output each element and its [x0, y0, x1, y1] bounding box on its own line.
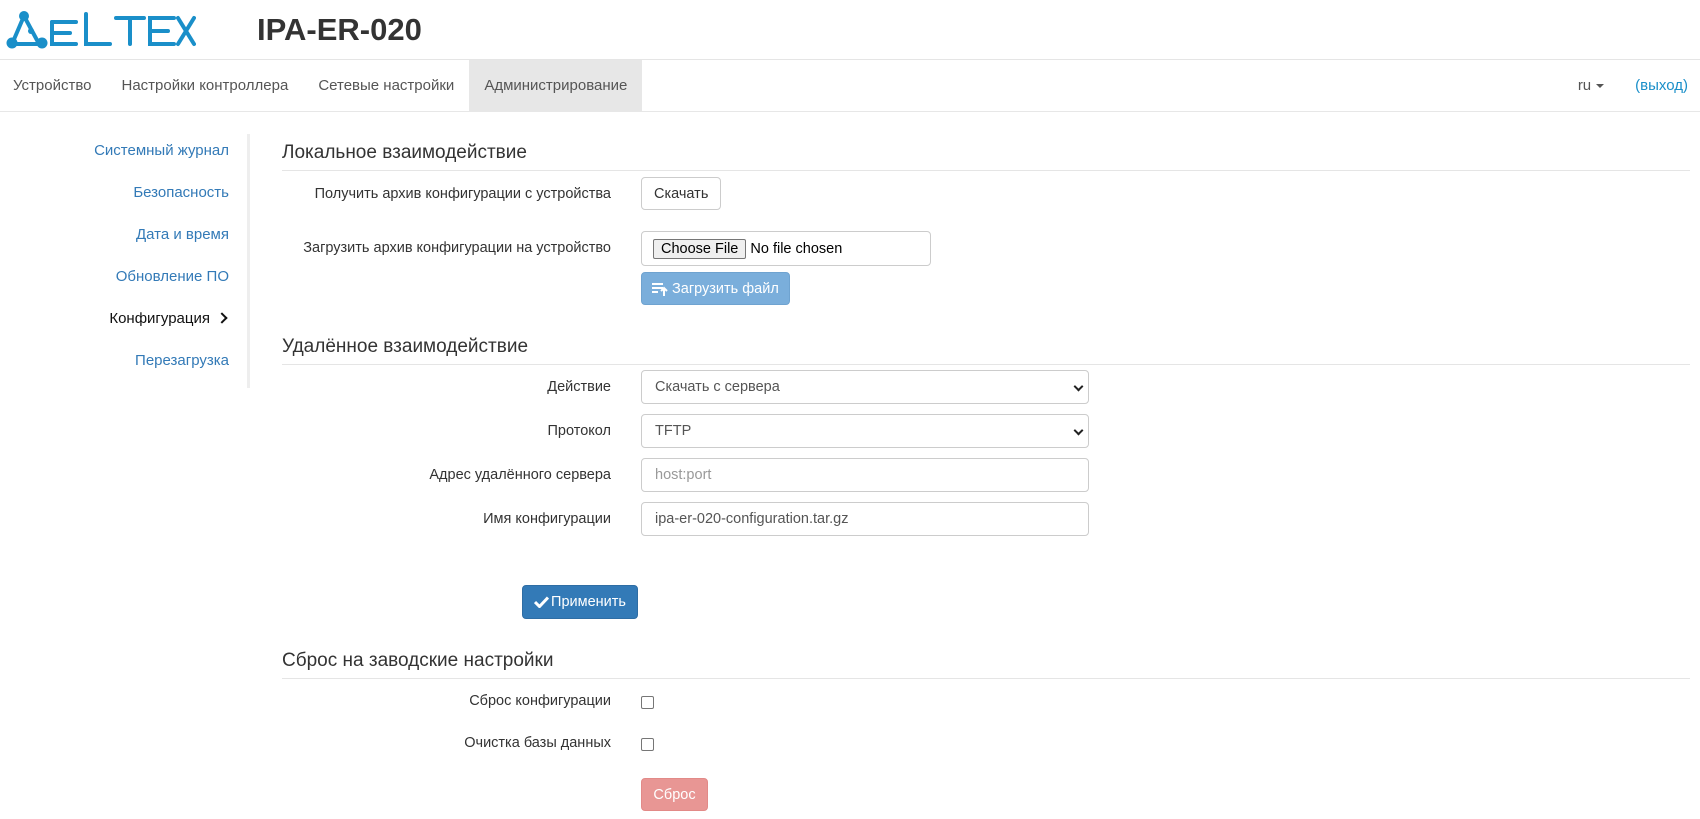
logout-link[interactable]: (выход): [1635, 77, 1688, 94]
sidebar-item-date-time[interactable]: Дата и время: [136, 226, 229, 243]
server-address-input[interactable]: host:port: [641, 458, 1089, 492]
tab-network-settings[interactable]: Сетевые настройки: [303, 60, 469, 111]
sidebar-item-firmware-update[interactable]: Обновление ПО: [116, 268, 229, 285]
language-dropdown[interactable]: ru: [1577, 77, 1605, 94]
action-select[interactable]: Скачать с сервера: [641, 370, 1089, 404]
nav-tabs: Устройство Настройки контроллера Сетевые…: [0, 60, 1700, 111]
apply-button[interactable]: Применить: [522, 585, 638, 619]
db-clear-checkbox[interactable]: [641, 738, 654, 751]
file-status: No file chosen: [750, 240, 843, 257]
config-name-label: Имя конфигурации: [483, 511, 611, 527]
section-title-reset: Сброс на заводские настройки: [282, 650, 1690, 679]
chevron-down-icon: [1073, 381, 1084, 392]
file-input[interactable]: Choose File No file chosen: [641, 231, 931, 266]
db-clear-label: Очистка базы данных: [464, 735, 611, 751]
sidebar-item-security[interactable]: Безопасность: [133, 184, 229, 201]
sidebar-item-reboot[interactable]: Перезагрузка: [135, 352, 229, 369]
check-icon: [534, 596, 550, 609]
protocol-label: Протокол: [547, 423, 612, 439]
upload-file-button[interactable]: Загрузить файл: [641, 272, 790, 305]
apply-label: Применить: [551, 594, 626, 610]
section-title-local: Локальное взаимодействие: [282, 142, 1690, 171]
sidebar-item-system-log[interactable]: Системный журнал: [94, 142, 229, 159]
protocol-value: TFTP: [655, 423, 692, 439]
tab-administration[interactable]: Администрирование: [469, 60, 643, 111]
server-address-label: Адрес удалённого сервера: [429, 467, 611, 483]
reset-button[interactable]: Сброс: [641, 778, 708, 811]
config-reset-checkbox[interactable]: [641, 696, 654, 709]
sidebar-item-configuration[interactable]: Конфигурация: [109, 310, 229, 327]
tab-device[interactable]: Устройство: [0, 60, 106, 111]
chevron-right-icon: [216, 312, 228, 324]
action-value: Скачать с сервера: [655, 379, 780, 395]
nav-right: ru (выход): [1578, 60, 1688, 111]
download-button[interactable]: Скачать: [641, 177, 722, 210]
section-title-remote: Удалённое взаимодействие: [282, 336, 1690, 365]
header: IPA-ER-020: [0, 0, 1700, 60]
chevron-down-icon: [1073, 425, 1084, 436]
upload-list-icon: [652, 282, 668, 296]
tab-controller-settings[interactable]: Настройки контроллера: [106, 60, 303, 111]
choose-file-button[interactable]: Choose File: [653, 238, 747, 259]
action-label: Действие: [547, 379, 611, 395]
language-label: ru: [1577, 77, 1592, 94]
config-reset-label: Сброс конфигурации: [469, 693, 611, 709]
caret-down-icon: [1596, 84, 1605, 89]
sidebar: Системный журнал Безопасность Дата и вре…: [0, 134, 250, 388]
protocol-select[interactable]: TFTP: [641, 414, 1089, 448]
download-config-label: Получить архив конфигурации с устройства: [314, 186, 611, 202]
main-nav: Устройство Настройки контроллера Сетевые…: [0, 60, 1700, 112]
upload-config-label: Загрузить архив конфигурации на устройст…: [303, 240, 611, 256]
sidebar-item-label: Конфигурация: [109, 310, 210, 327]
config-name-input[interactable]: ipa-er-020-configuration.tar.gz: [641, 502, 1089, 536]
eltex-logo: [6, 11, 196, 49]
device-title: IPA-ER-020: [257, 12, 422, 47]
upload-file-label: Загрузить файл: [672, 280, 779, 297]
